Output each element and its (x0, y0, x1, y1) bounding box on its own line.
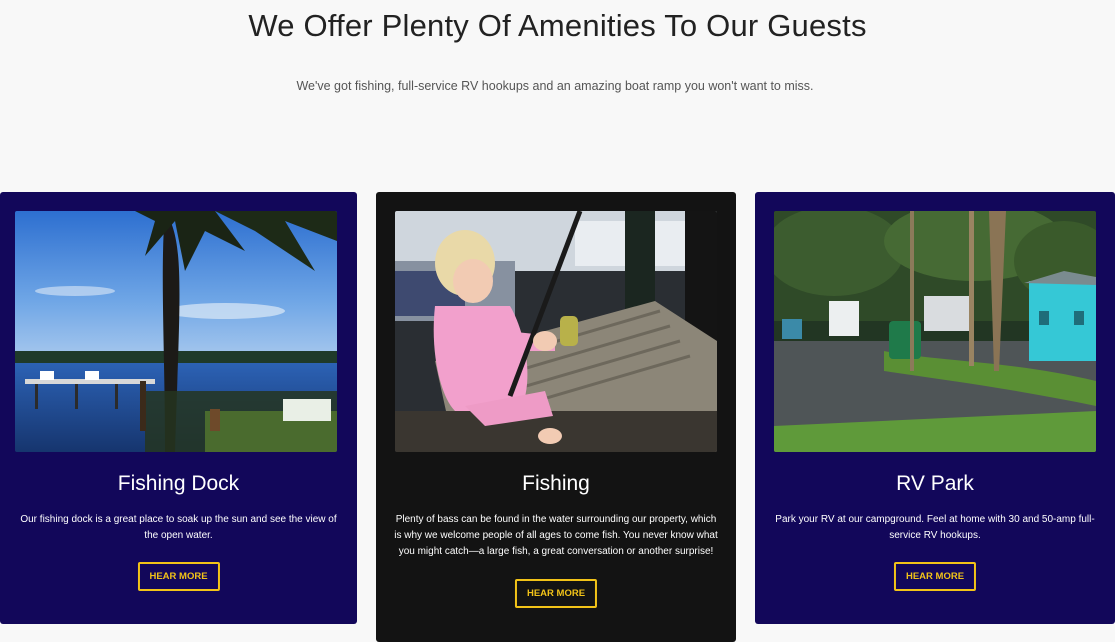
card-title: Fishing (522, 472, 590, 495)
amenity-card-rv-park: RV Park Park your RV at our campground. … (755, 192, 1115, 624)
hear-more-button[interactable]: HEAR MORE (893, 562, 977, 591)
hear-more-button[interactable]: HEAR MORE (137, 562, 220, 591)
card-title: RV Park (896, 472, 974, 495)
card-description: Our fishing dock is a great place to soa… (20, 514, 337, 541)
amenity-card-fishing-dock: Fishing Dock Our fishing dock is a great… (0, 192, 357, 624)
page-subtitle: We've got fishing, full-service RV hooku… (296, 79, 814, 93)
child-fishing-photo (395, 211, 717, 452)
lake-dock-photo (15, 211, 337, 452)
card-description: Plenty of bass can be found in the water… (394, 514, 718, 557)
hear-more-button[interactable]: HEAR MORE (514, 579, 598, 608)
amenity-card-fishing: Fishing Plenty of bass can be found in t… (376, 192, 736, 642)
page-title: We Offer Plenty Of Amenities To Our Gues… (248, 8, 867, 43)
card-description: Park your RV at our campground. Feel at … (775, 514, 1095, 541)
rv-campground-photo (774, 211, 1096, 452)
card-title: Fishing Dock (117, 472, 240, 495)
